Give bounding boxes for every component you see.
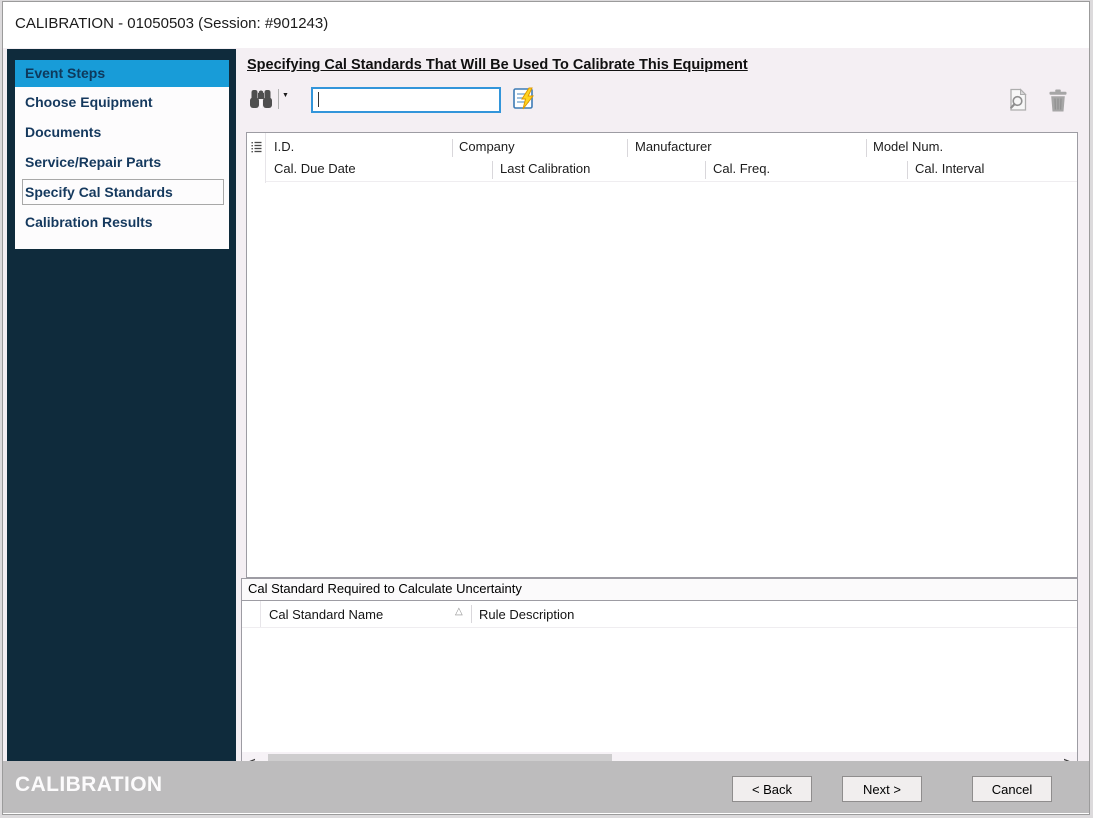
column-separator <box>705 161 706 179</box>
header-bottom-line <box>266 181 1077 182</box>
next-button[interactable]: Next > <box>842 776 922 802</box>
column-header-cal-standard-name[interactable]: Cal Standard Name <box>269 607 383 622</box>
window-title: CALIBRATION - 01050503 (Session: #901243… <box>15 15 328 32</box>
column-header-last-calibration[interactable]: Last Calibration <box>500 161 590 176</box>
column-separator <box>866 139 867 157</box>
row-indicator-icon <box>250 140 263 155</box>
delete-button[interactable] <box>1048 89 1068 112</box>
title-bar: CALIBRATION - 01050503 (Session: #901243… <box>3 2 1089 48</box>
calibration-dialog: CALIBRATION - 01050503 (Session: #901243… <box>2 1 1090 815</box>
column-separator <box>452 139 453 157</box>
row-indicator-column <box>247 133 266 183</box>
row-indicator-column <box>242 601 261 627</box>
main-area: Specifying Cal Standards That Will Be Us… <box>236 48 1089 761</box>
column-header-company[interactable]: Company <box>459 139 515 154</box>
column-header-id[interactable]: I.D. <box>274 139 294 154</box>
page-title: Specifying Cal Standards That Will Be Us… <box>247 57 748 73</box>
column-header-cal-interval[interactable]: Cal. Interval <box>915 161 984 176</box>
column-separator <box>471 605 472 623</box>
sort-ascending-icon <box>455 606 463 617</box>
column-header-manufacturer[interactable]: Manufacturer <box>635 139 712 154</box>
search-box <box>311 87 501 113</box>
back-button[interactable]: < Back <box>732 776 812 802</box>
sidebar-item-specify-cal-standards[interactable]: Specify Cal Standards <box>22 179 224 205</box>
cancel-button[interactable]: Cancel <box>972 776 1052 802</box>
column-separator <box>907 161 908 179</box>
sidebar-item-calibration-results[interactable]: Calibration Results <box>15 207 229 237</box>
column-separator <box>492 161 493 179</box>
column-separator <box>627 139 628 157</box>
event-steps-panel: Event Steps Choose Equipment Documents S… <box>15 60 229 249</box>
sidebar-item-documents[interactable]: Documents <box>15 117 229 147</box>
toolbar-divider <box>278 89 279 109</box>
trash-icon <box>1048 100 1068 115</box>
edit-rules-lightning-icon <box>513 98 536 113</box>
find-dropdown-button[interactable] <box>282 92 289 99</box>
column-header-model-num[interactable]: Model Num. <box>873 139 943 154</box>
event-steps-sidebar: Event Steps Choose Equipment Documents S… <box>7 49 236 761</box>
footer-bar: CALIBRATION < Back Next > Cancel <box>3 761 1089 813</box>
cal-standards-grid[interactable]: I.D. Company Manufacturer Model Num. Cal… <box>246 132 1078 578</box>
binoculars-icon <box>248 97 274 112</box>
edit-rules-button[interactable] <box>513 87 536 110</box>
sidebar-item-service-repair-parts[interactable]: Service/Repair Parts <box>15 147 229 177</box>
preview-button[interactable] <box>1006 88 1030 112</box>
header-bottom-line <box>242 627 1077 628</box>
sidebar-item-choose-equipment[interactable]: Choose Equipment <box>15 87 229 117</box>
find-button[interactable] <box>248 88 274 109</box>
dialog-body: Event Steps Choose Equipment Documents S… <box>3 48 1089 761</box>
search-input[interactable] <box>313 89 499 111</box>
column-header-cal-freq[interactable]: Cal. Freq. <box>713 161 770 176</box>
event-steps-header: Event Steps <box>15 60 229 87</box>
uncertainty-grid[interactable]: Cal Standard Name Rule Description <box>241 600 1078 773</box>
uncertainty-panel-caption: Cal Standard Required to Calculate Uncer… <box>241 578 1078 601</box>
document-magnifier-icon <box>1006 100 1030 115</box>
footer-brand-label: CALIBRATION <box>15 773 163 797</box>
column-header-cal-due-date[interactable]: Cal. Due Date <box>274 161 356 176</box>
column-header-rule-description[interactable]: Rule Description <box>479 607 574 622</box>
